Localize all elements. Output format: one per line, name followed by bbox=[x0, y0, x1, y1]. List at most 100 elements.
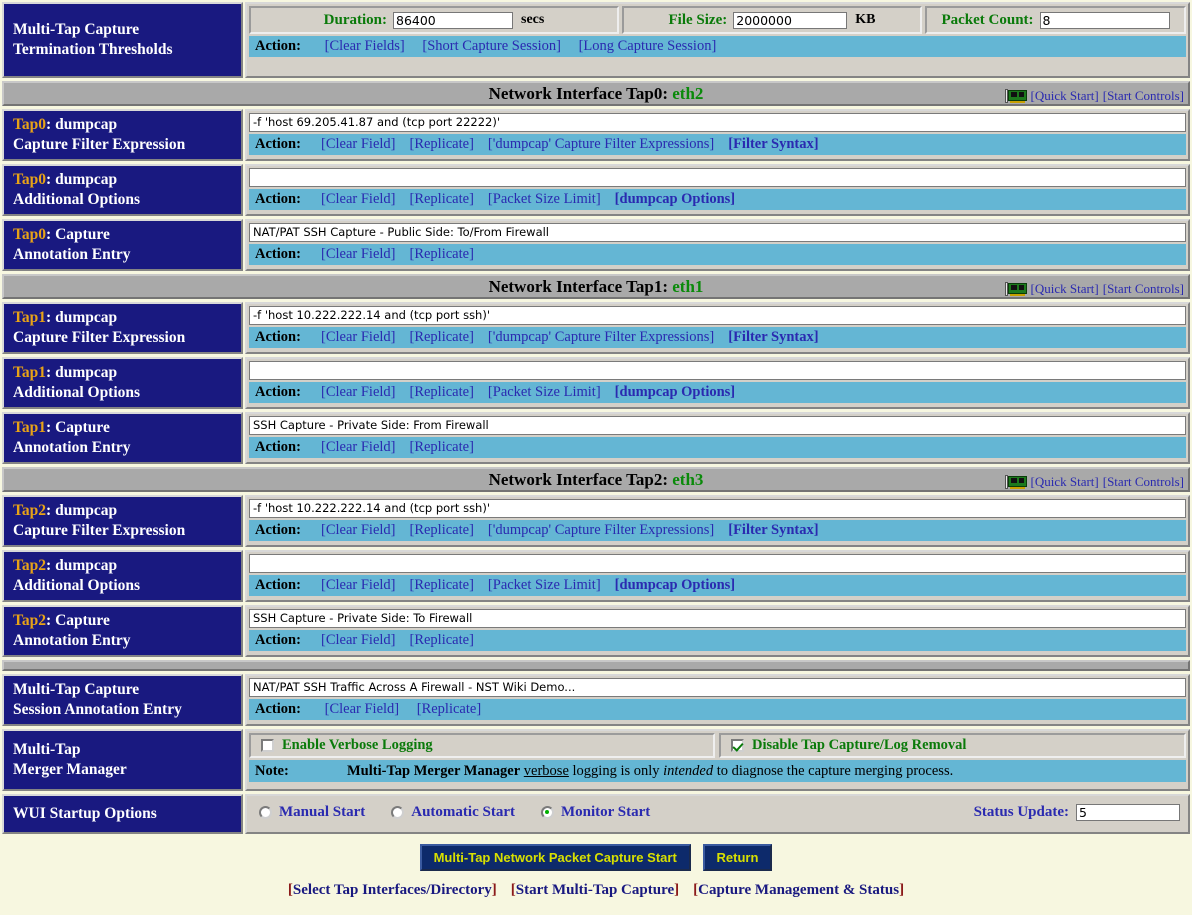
tap-annotation-label: Tap2: Capture Annotation Entry bbox=[2, 605, 243, 657]
note-underline: verbose bbox=[523, 763, 569, 779]
capture-annotation-input[interactable]: SSH Capture - Private Side: From Firewal… bbox=[249, 416, 1186, 435]
quick-start-link[interactable]: [Quick Start] bbox=[1031, 88, 1099, 104]
long-capture-session-link[interactable]: [Long Capture Session] bbox=[579, 38, 717, 54]
footer: Multi-Tap Network Packet Capture Start R… bbox=[0, 844, 1192, 899]
status-update-input[interactable] bbox=[1076, 803, 1180, 821]
capture-filter-input[interactable]: -f 'host 10.222.222.14 and (tcp port ssh… bbox=[249, 499, 1186, 518]
clear-field-link[interactable]: [Clear Field] bbox=[321, 191, 396, 207]
footer-link-1[interactable]: Start Multi-Tap Capture bbox=[516, 882, 674, 898]
clear-field-link[interactable]: [Clear Field] bbox=[321, 246, 396, 262]
startup-option-1[interactable]: Automatic Start bbox=[391, 804, 515, 821]
packet-size-limit-link[interactable]: [Packet Size Limit] bbox=[488, 384, 601, 400]
replicate-link[interactable]: [Replicate] bbox=[410, 384, 474, 400]
clear-field-link[interactable]: [Clear Field] bbox=[321, 136, 396, 152]
replicate-link[interactable]: [Replicate] bbox=[410, 136, 474, 152]
dumpcap-options-link[interactable]: [dumpcap Options] bbox=[615, 191, 735, 207]
replicate-link[interactable]: [Replicate] bbox=[410, 246, 474, 262]
note-end: to diagnose the capture merging process. bbox=[713, 763, 954, 779]
clear-field-link[interactable]: [Clear Field] bbox=[325, 701, 400, 717]
tap-filter-label: Tap0: dumpcap Capture Filter Expression bbox=[2, 109, 243, 161]
dumpcap-capture-filter-expressions-link[interactable]: ['dumpcap' Capture Filter Expressions] bbox=[488, 329, 714, 345]
startup-radio[interactable] bbox=[259, 805, 272, 819]
startup-radio[interactable] bbox=[540, 805, 554, 819]
additional-options-input[interactable] bbox=[249, 361, 1186, 380]
additional-options-input[interactable] bbox=[249, 168, 1186, 187]
short-capture-session-link[interactable]: [Short Capture Session] bbox=[422, 38, 561, 54]
replicate-link[interactable]: [Replicate] bbox=[410, 329, 474, 345]
capture-annotation-input[interactable]: SSH Capture - Private Side: To Firewall bbox=[249, 609, 1186, 628]
capture-filter-input[interactable]: -f 'host 69.205.41.87 and (tcp port 2222… bbox=[249, 113, 1186, 132]
clear-field-link[interactable]: [Clear Field] bbox=[321, 577, 396, 593]
filter-syntax-link[interactable]: [Filter Syntax] bbox=[728, 522, 818, 538]
footer-link-2[interactable]: Capture Management & Status bbox=[698, 882, 899, 898]
packet-count-input[interactable] bbox=[1039, 11, 1170, 29]
return-button[interactable]: Return bbox=[702, 844, 773, 871]
label-line-1: Tap0: Capture bbox=[13, 225, 110, 243]
tap-options-panel: Action: [Clear Field] [Replicate] [Packet S… bbox=[245, 550, 1190, 602]
clear-field-link[interactable]: [Clear Field] bbox=[321, 439, 396, 455]
footer-link-0[interactable]: Select Tap Interfaces/Directory bbox=[293, 882, 492, 898]
quick-start-link[interactable]: [Quick Start] bbox=[1031, 281, 1099, 297]
note-italic: intended bbox=[663, 763, 714, 779]
startup-option-0[interactable]: Manual Start bbox=[259, 804, 365, 821]
dumpcap-capture-filter-expressions-link[interactable]: ['dumpcap' Capture Filter Expressions] bbox=[488, 136, 714, 152]
quick-start-link[interactable]: [Quick Start] bbox=[1031, 474, 1099, 490]
action-label: Action: bbox=[255, 701, 301, 717]
footer-links: [Select Tap Interfaces/Directory] [Start … bbox=[0, 882, 1192, 899]
replicate-link[interactable]: [Replicate] bbox=[410, 522, 474, 538]
start-controls-link[interactable]: [Start Controls] bbox=[1103, 88, 1184, 104]
action-label: Action: bbox=[255, 632, 301, 648]
verbose-logging-checkbox[interactable] bbox=[261, 739, 274, 752]
verbose-logging-cell[interactable]: Enable Verbose Logging bbox=[249, 733, 715, 758]
packet-size-limit-link[interactable]: [Packet Size Limit] bbox=[488, 577, 601, 593]
label-line-2: Merger Manager bbox=[13, 761, 127, 778]
replicate-link[interactable]: [Replicate] bbox=[410, 632, 474, 648]
capture-filter-input[interactable]: -f 'host 10.222.222.14 and (tcp port ssh… bbox=[249, 306, 1186, 325]
clear-field-link[interactable]: [Clear Field] bbox=[321, 522, 396, 538]
dumpcap-options-link[interactable]: [dumpcap Options] bbox=[615, 384, 735, 400]
session-annotation-label: Multi-Tap Capture Session Annotation Ent… bbox=[2, 674, 243, 726]
tap-banner-1: Network Interface Tap1: eth1 [Quick Start… bbox=[2, 274, 1190, 299]
session-annotation-input[interactable]: NAT/PAT SSH Traffic Across A Firewall - … bbox=[249, 678, 1186, 697]
startup-option-2[interactable]: Monitor Start bbox=[540, 804, 650, 821]
filter-syntax-link[interactable]: [Filter Syntax] bbox=[728, 136, 818, 152]
clear-field-link[interactable]: [Clear Field] bbox=[321, 384, 396, 400]
tap-id: Tap0 bbox=[13, 170, 47, 188]
startup-radio[interactable] bbox=[391, 805, 405, 819]
replicate-link[interactable]: [Replicate] bbox=[417, 701, 481, 717]
replicate-link[interactable]: [Replicate] bbox=[410, 191, 474, 207]
merger-manager-row: Multi-Tap Merger Manager Enable Verbose … bbox=[2, 729, 1190, 791]
file-size-input[interactable] bbox=[733, 11, 848, 29]
replicate-link[interactable]: [Replicate] bbox=[410, 577, 474, 593]
multi-tap-capture-start-button[interactable]: Multi-Tap Network Packet Capture Start bbox=[419, 844, 691, 871]
multi-tap-capture-page: Multi-Tap Capture Termination Thresholds… bbox=[0, 0, 1192, 915]
tap-filter-label: Tap2: dumpcap Capture Filter Expression bbox=[2, 495, 243, 547]
footer-link-group-2: [Capture Management & Status] bbox=[693, 882, 904, 898]
additional-options-input[interactable] bbox=[249, 554, 1186, 573]
clear-fields-link[interactable]: [Clear Fields] bbox=[325, 38, 405, 54]
tap-banner-links: [Quick Start] [Start Controls] bbox=[1004, 276, 1184, 301]
start-controls-link[interactable]: [Start Controls] bbox=[1103, 281, 1184, 297]
label-line-2: Additional Options bbox=[13, 384, 141, 401]
clear-field-link[interactable]: [Clear Field] bbox=[321, 329, 396, 345]
capture-annotation-input[interactable]: NAT/PAT SSH Capture - Public Side: To/Fr… bbox=[249, 223, 1186, 242]
tap-options-row-1: Tap1: dumpcap Additional Options Action: [C… bbox=[2, 357, 1190, 409]
label-line-1: Multi-Tap Capture bbox=[13, 680, 140, 698]
disable-removal-cell[interactable]: Disable Tap Capture/Log Removal bbox=[719, 733, 1186, 758]
tap-interface-name: eth3 bbox=[672, 469, 704, 489]
startup-option-label: Automatic Start bbox=[411, 803, 515, 820]
dumpcap-options-link[interactable]: [dumpcap Options] bbox=[615, 577, 735, 593]
network-card-icon bbox=[1004, 281, 1027, 296]
replicate-link[interactable]: [Replicate] bbox=[410, 439, 474, 455]
label-line-2: Additional Options bbox=[13, 577, 141, 594]
start-controls-link[interactable]: [Start Controls] bbox=[1103, 474, 1184, 490]
duration-input[interactable] bbox=[393, 11, 513, 29]
clear-field-link[interactable]: [Clear Field] bbox=[321, 632, 396, 648]
filter-syntax-link[interactable]: [Filter Syntax] bbox=[728, 329, 818, 345]
threshold-fields: Duration: secs File Size: KB Packet Coun… bbox=[249, 6, 1186, 34]
tap-options-label: Tap0: dumpcap Additional Options bbox=[2, 164, 243, 216]
note-key: Note: bbox=[255, 763, 289, 779]
dumpcap-capture-filter-expressions-link[interactable]: ['dumpcap' Capture Filter Expressions] bbox=[488, 522, 714, 538]
packet-size-limit-link[interactable]: [Packet Size Limit] bbox=[488, 191, 601, 207]
disable-tap-capture-log-removal-checkbox[interactable] bbox=[731, 739, 744, 752]
